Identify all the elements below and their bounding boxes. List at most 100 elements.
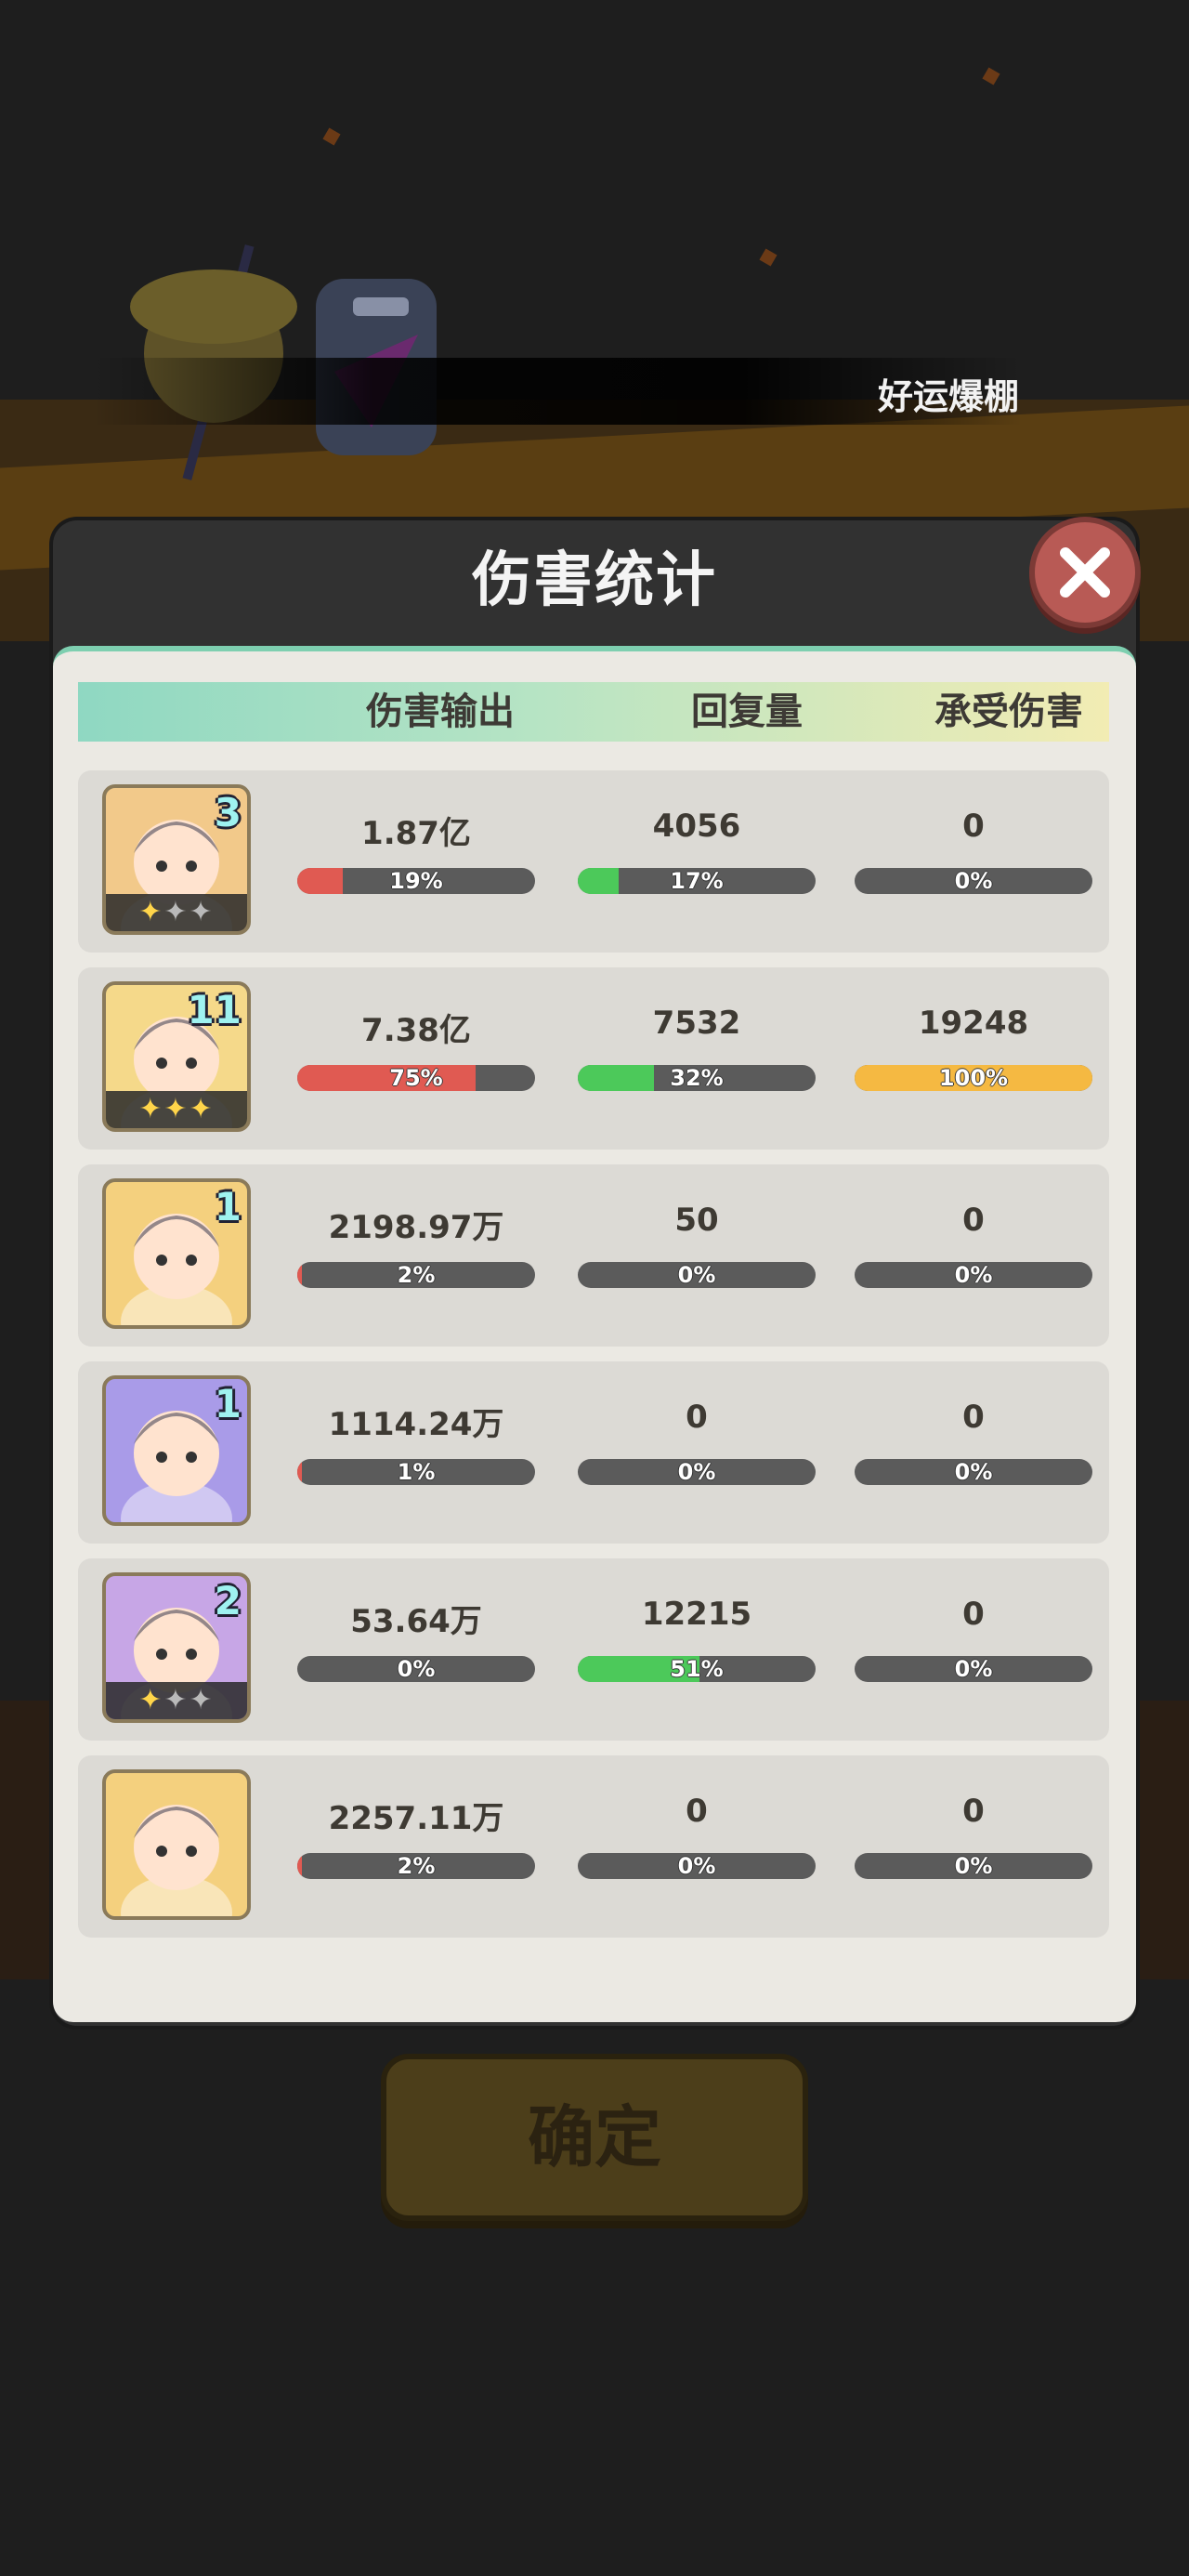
heal-value: 0 xyxy=(686,1793,708,1830)
luck-banner-text: 好运爆棚 xyxy=(878,376,1020,417)
taken-percent: 0% xyxy=(954,1656,993,1682)
heal-progress-bar: 0% xyxy=(578,1262,816,1288)
hero-level-badge: 1 xyxy=(214,1381,242,1426)
heal-stat-cell: 0 0% xyxy=(578,1793,816,1886)
taken-percent: 0% xyxy=(954,1459,993,1485)
star-empty-icon: ✦✦ xyxy=(163,896,215,928)
heal-stat-cell: 7532 32% xyxy=(578,1005,816,1097)
taken-percent: 100% xyxy=(938,1065,1009,1091)
damage-progress-bar: 75% xyxy=(297,1065,535,1091)
confirm-button-label: 确定 xyxy=(527,2098,661,2176)
damage-progress-bar: 2% xyxy=(297,1853,535,1879)
taken-value: 0 xyxy=(962,1202,985,1239)
hero-stat-row: 11 ✦✦✦ 7.38亿 75% 7532 32% 19248 100% xyxy=(78,967,1109,1150)
star-filled-icon: ✦ xyxy=(138,896,164,928)
damage-percent: 75% xyxy=(389,1065,443,1091)
heal-percent: 0% xyxy=(677,1853,716,1879)
heal-percent: 32% xyxy=(670,1065,724,1091)
hero-stat-row: 3 ✦✦✦ 1.87亿 19% 4056 17% 0 0% xyxy=(78,770,1109,953)
damage-progress-bar: 1% xyxy=(297,1459,535,1485)
taken-stat-cell: 19248 100% xyxy=(855,1005,1092,1097)
damage-progress-bar: 0% xyxy=(297,1656,535,1682)
damage-value: 53.64万 xyxy=(350,1603,482,1640)
heal-value: 50 xyxy=(674,1202,719,1239)
heal-progress-bar: 32% xyxy=(578,1065,816,1091)
heal-progress-bar: 51% xyxy=(578,1656,816,1682)
damage-value: 1.87亿 xyxy=(361,815,471,852)
taken-stat-cell: 0 0% xyxy=(855,1596,1092,1689)
falling-leaf-decoration xyxy=(759,248,777,267)
hero-avatar[interactable]: 1 xyxy=(102,1375,251,1526)
damage-percent: 19% xyxy=(389,868,443,894)
hero-avatar[interactable]: 2 ✦✦✦ xyxy=(102,1572,251,1723)
taken-value: 0 xyxy=(962,1793,985,1830)
hero-stat-row: 2 ✦✦✦ 53.64万 0% 12215 51% 0 0% xyxy=(78,1558,1109,1741)
damage-percent: 0% xyxy=(397,1656,436,1682)
taken-progress-bar: 0% xyxy=(855,1656,1092,1682)
taken-percent: 0% xyxy=(954,868,993,894)
confirm-button[interactable]: 确定 xyxy=(381,2054,808,2221)
column-header-heal: 回复量 xyxy=(691,690,803,733)
taken-value: 19248 xyxy=(918,1005,1029,1042)
damage-stat-cell: 2198.97万 2% xyxy=(297,1202,535,1295)
taken-progress-bar: 0% xyxy=(855,1459,1092,1485)
heal-percent: 0% xyxy=(677,1262,716,1288)
heal-stat-cell: 4056 17% xyxy=(578,808,816,900)
hero-star-rating: ✦✦✦ xyxy=(106,894,247,931)
falling-leaf-decoration xyxy=(322,127,341,146)
close-button[interactable] xyxy=(1029,517,1141,628)
damage-percent: 2% xyxy=(397,1262,436,1288)
heal-value: 7532 xyxy=(652,1005,741,1042)
heal-stat-cell: 50 0% xyxy=(578,1202,816,1295)
hero-avatar[interactable] xyxy=(102,1769,251,1920)
heal-progress-bar: 0% xyxy=(578,1853,816,1879)
dialog-body: 伤害输出 回复量 承受伤害 3 ✦✦✦ 1.87亿 19% 4056 17% 0 0% 11 ✦✦… xyxy=(53,646,1136,2022)
damage-value: 2198.97万 xyxy=(328,1209,504,1246)
taken-value: 0 xyxy=(962,1596,985,1633)
taken-stat-cell: 0 0% xyxy=(855,808,1092,900)
hero-avatar[interactable]: 1 xyxy=(102,1178,251,1329)
taken-stat-cell: 0 0% xyxy=(855,1202,1092,1295)
star-filled-icon: ✦ xyxy=(138,1684,164,1716)
star-filled-icon: ✦✦✦ xyxy=(138,1093,215,1125)
hero-star-rating: ✦✦✦ xyxy=(106,1682,247,1719)
damage-stat-cell: 7.38亿 75% xyxy=(297,1005,535,1097)
taken-stat-cell: 0 0% xyxy=(855,1399,1092,1492)
damage-progress-bar: 2% xyxy=(297,1262,535,1288)
taken-progress-bar: 0% xyxy=(855,1853,1092,1879)
damage-percent: 1% xyxy=(397,1459,436,1485)
falling-leaf-decoration xyxy=(982,67,1000,85)
damage-value: 2257.11万 xyxy=(328,1800,504,1837)
hero-stat-row: 1 2198.97万 2% 50 0% 0 0% xyxy=(78,1164,1109,1347)
hero-stat-row: 2257.11万 2% 0 0% 0 0% xyxy=(78,1755,1109,1938)
heal-percent: 0% xyxy=(677,1459,716,1485)
heal-value: 12215 xyxy=(641,1596,752,1633)
heal-stat-cell: 12215 51% xyxy=(578,1596,816,1689)
heal-value: 4056 xyxy=(652,808,741,845)
damage-stat-cell: 1.87亿 19% xyxy=(297,808,535,900)
column-header-bar: 伤害输出 回复量 承受伤害 xyxy=(78,682,1109,742)
taken-stat-cell: 0 0% xyxy=(855,1793,1092,1886)
taken-value: 0 xyxy=(962,808,985,845)
taken-progress-bar: 0% xyxy=(855,1262,1092,1288)
hero-avatar[interactable]: 3 ✦✦✦ xyxy=(102,784,251,935)
damage-stats-dialog: 伤害统计 伤害输出 回复量 承受伤害 3 ✦✦✦ 1.87亿 19% 4056 17% 0 0… xyxy=(53,520,1136,2026)
damage-progress-bar: 19% xyxy=(297,868,535,894)
damage-stat-cell: 2257.11万 2% xyxy=(297,1793,535,1886)
taken-percent: 0% xyxy=(954,1853,993,1879)
damage-stat-cell: 53.64万 0% xyxy=(297,1596,535,1689)
heal-progress-bar: 17% xyxy=(578,868,816,894)
hero-level-badge: 1 xyxy=(214,1184,242,1229)
damage-value: 1114.24万 xyxy=(328,1406,504,1443)
hero-portrait-icon xyxy=(121,1805,232,1916)
heal-progress-bar: 0% xyxy=(578,1459,816,1485)
hero-stat-row: 1 1114.24万 1% 0 0% 0 0% xyxy=(78,1361,1109,1544)
hero-star-rating: ✦✦✦ xyxy=(106,1091,247,1128)
taken-progress-bar: 100% xyxy=(855,1065,1092,1091)
heal-percent: 17% xyxy=(670,868,724,894)
taken-percent: 0% xyxy=(954,1262,993,1288)
damage-stat-cell: 1114.24万 1% xyxy=(297,1399,535,1492)
taken-value: 0 xyxy=(962,1399,985,1436)
hero-avatar[interactable]: 11 ✦✦✦ xyxy=(102,981,251,1132)
column-header-taken: 承受伤害 xyxy=(934,690,1083,733)
